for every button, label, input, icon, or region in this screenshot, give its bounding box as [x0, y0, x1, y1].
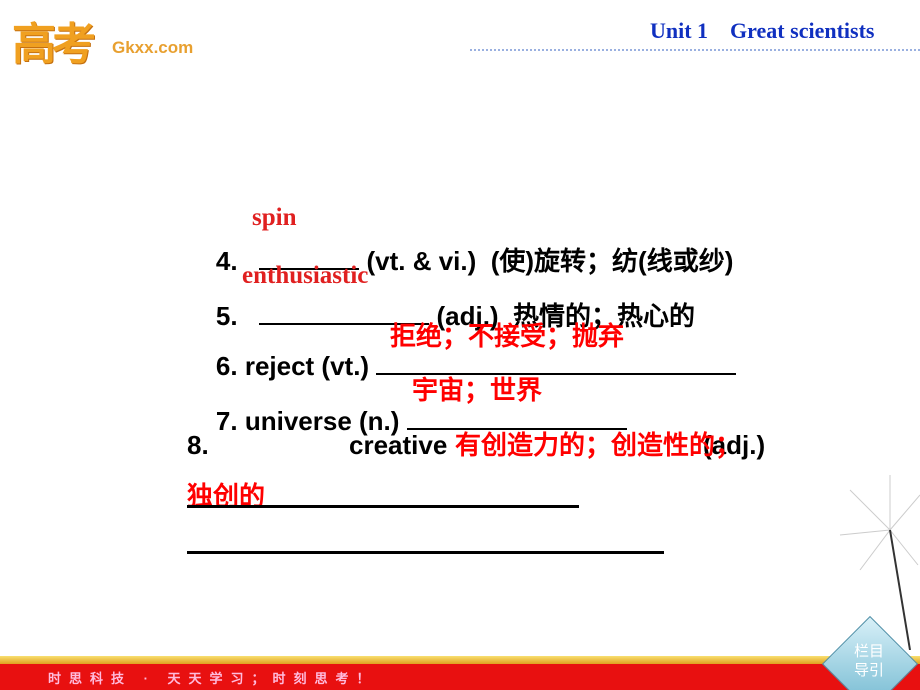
answer-4: spin: [252, 204, 297, 231]
logo-text: Gkxx.com: [112, 38, 194, 57]
unit-title: Unit 1 Great scientists: [650, 18, 875, 43]
footer-slogan: 时思科技 · 天天学习；时刻思考！: [48, 671, 378, 686]
logo: 高考: [12, 19, 96, 70]
item-8-word: creative: [349, 430, 448, 460]
slide: 高考 Gkxx.com Unit 1 Great scientists 4. (…: [0, 0, 920, 690]
answer-5: enthusiastic: [242, 262, 369, 289]
answer-line: [187, 505, 579, 508]
answer-line: [187, 551, 664, 554]
header-divider: [470, 49, 920, 51]
item-8-number: 8.: [187, 430, 209, 460]
answer-8: 有创造力的；创造性的；: [455, 430, 742, 460]
footer-stripe: [0, 656, 920, 664]
footer-bar: 时思科技 · 天天学习；时刻思考！: [0, 664, 920, 690]
item-number: 7.: [215, 406, 238, 436]
nav-button-label[interactable]: 栏目导引: [849, 642, 889, 680]
answer-7: 宇宙；世界: [412, 375, 543, 405]
answer-6: 拒绝；不接受；抛弃: [390, 321, 625, 351]
